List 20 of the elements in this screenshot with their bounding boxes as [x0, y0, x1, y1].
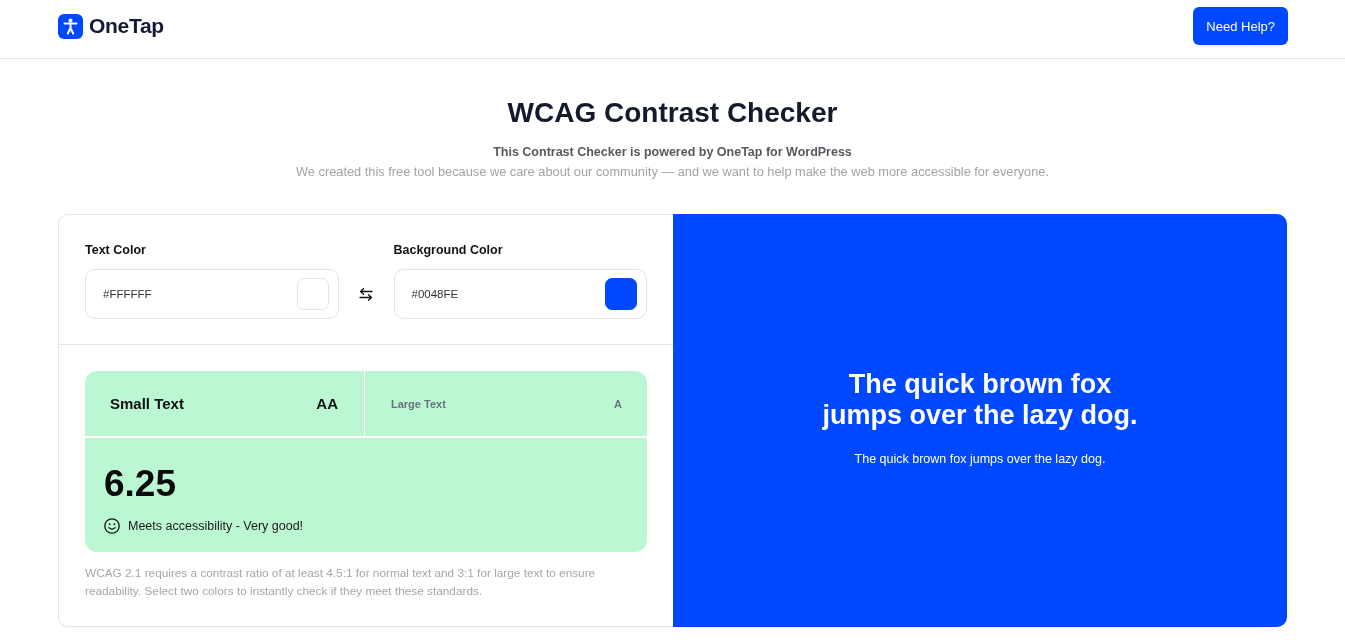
- color-swatch-icon[interactable]: [605, 278, 637, 310]
- verdict-text: Meets accessibility - Very good!: [128, 519, 304, 533]
- brand-name: OneTap: [89, 14, 164, 38]
- text-size-tab[interactable]: Small Text AA: [85, 371, 365, 436]
- accessibility-logo-icon: [58, 13, 83, 39]
- contrast-ratio: 6.25: [104, 462, 176, 506]
- field-label: Text Color: [85, 242, 146, 258]
- page-title: WCAG Contrast Checker: [507, 96, 838, 130]
- text-size-tab[interactable]: Large Text A: [365, 371, 647, 436]
- field-label: Background Color: [393, 242, 503, 258]
- preview-body-text: The quick brown fox jumps over the lazy dog.: [854, 452, 1106, 466]
- help-button[interactable]: Need Help?: [1193, 7, 1288, 45]
- subtitle-text: This Contrast Checker is powered by OneTap for WordPress: [493, 144, 852, 161]
- hex-input-field[interactable]: #FFFFFF: [85, 269, 339, 319]
- wcag-note: WCAG 2.1 requires a contrast ratio of at least 4.5:1 for normal text and 3:1 for large text to ensure readability. Select two colors to instantly check if they meet these standards.: [85, 565, 597, 600]
- swap-arrows-icon[interactable]: [359, 287, 373, 301]
- description-text: We created this free tool because we care about our community — and we want to help make the web more accessible for everyone.: [295, 163, 1049, 181]
- hex-input-field[interactable]: #0048FE: [393, 269, 647, 319]
- smile-icon: [104, 518, 120, 534]
- preview-heading: The quick brown fox jumps over the lazy dog.: [821, 369, 1139, 431]
